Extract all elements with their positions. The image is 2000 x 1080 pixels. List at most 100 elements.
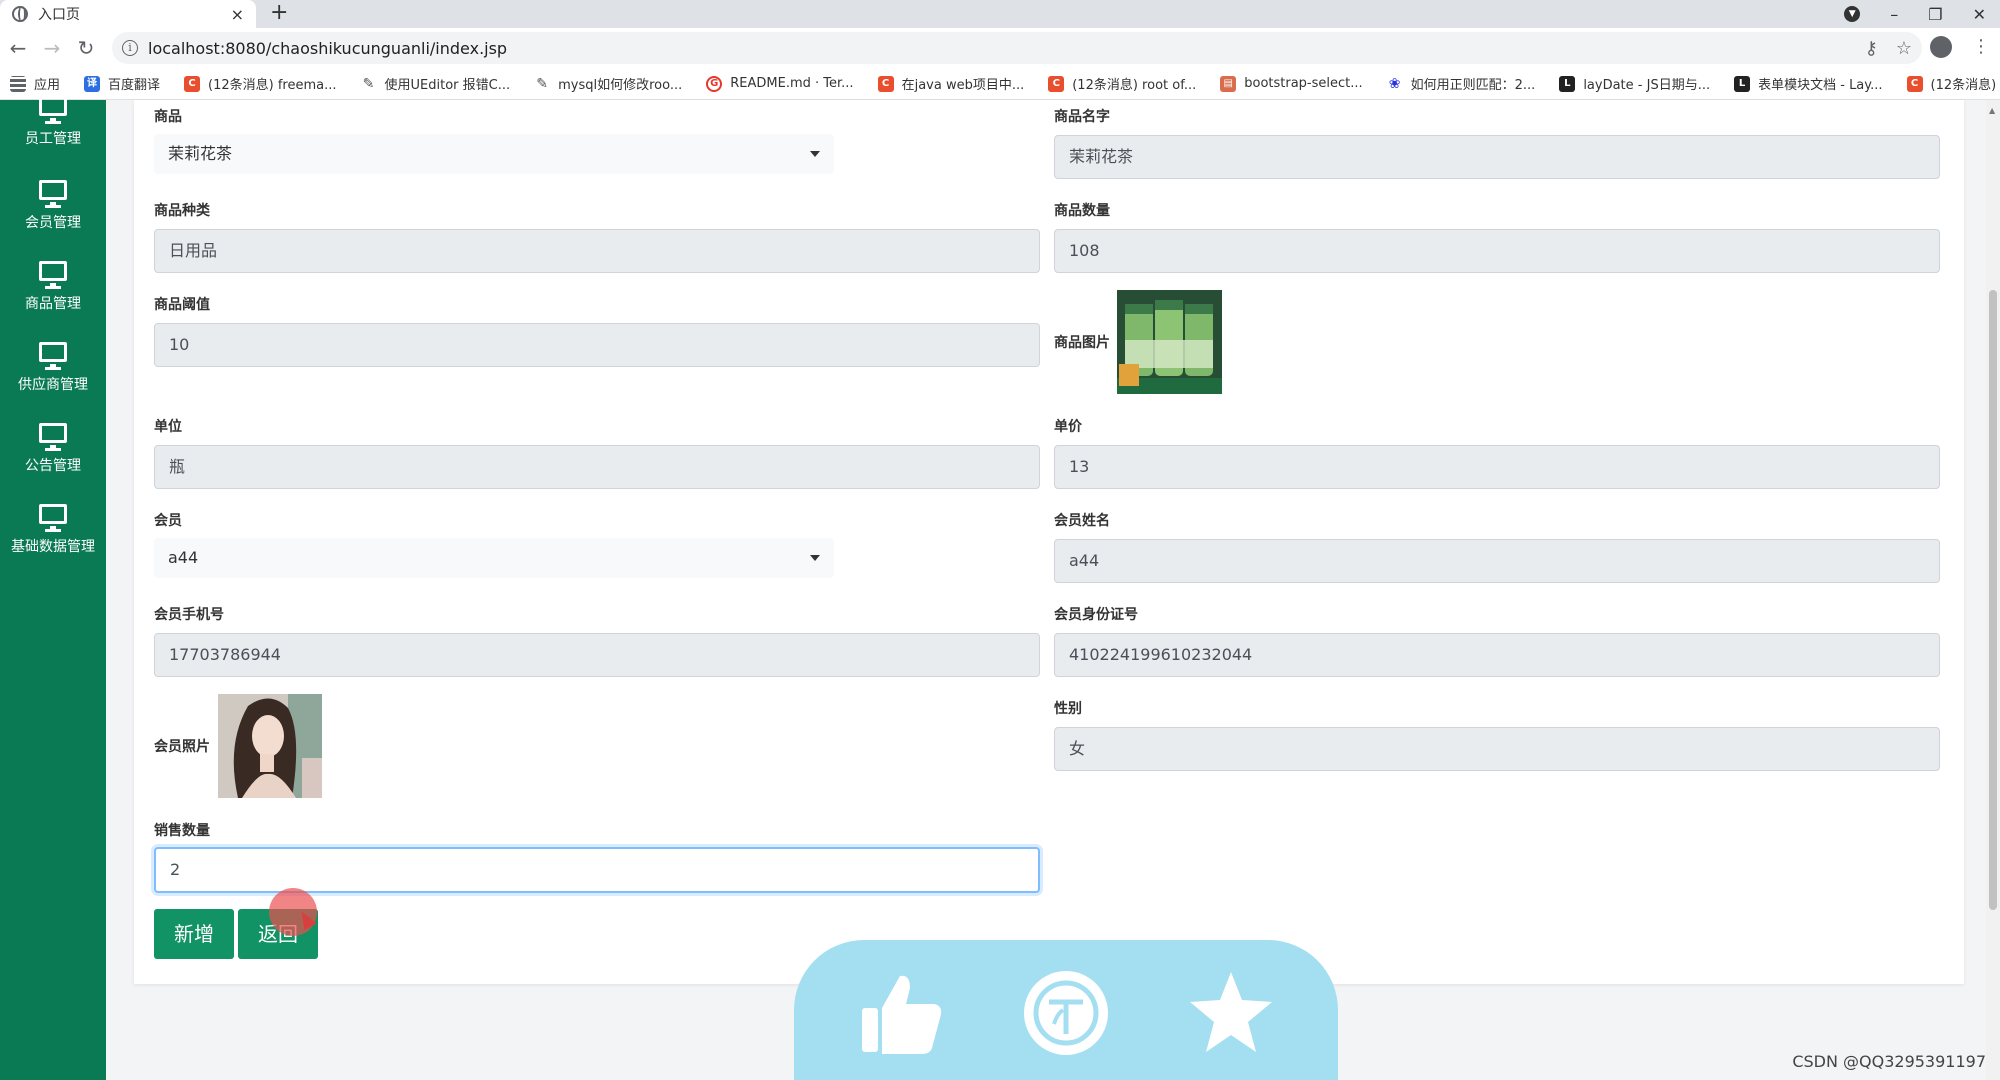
unit-price-label: 单价 [1054,416,1082,436]
account-avatar-icon[interactable] [1930,36,1952,58]
member-photo-label: 会员照片 [154,736,210,756]
goods-threshold-field[interactable]: 10 [154,323,1040,367]
bookmark-star-icon[interactable]: ☆ [1896,38,1912,59]
reaction-overlay [794,940,1338,1080]
monitor-icon [39,342,67,362]
unit-label: 单位 [154,416,182,436]
monitor-icon [39,180,67,200]
thumbs-up-icon[interactable] [856,968,946,1058]
caret-down-icon [810,151,820,157]
bookmarks-bar: 应用 译百度翻译 C(12条消息) freema... ✎使用UEditor 报… [0,68,2000,100]
goods-select-value: 茉莉花茶 [168,144,232,163]
back-arrow-icon[interactable]: ← [2,36,34,60]
gender-field[interactable]: 女 [1054,727,1940,771]
member-phone-field[interactable]: 17703786944 [154,633,1040,677]
member-photo [218,694,322,798]
reload-icon[interactable]: ↻ [70,36,102,60]
globe-icon [12,6,28,22]
bookmark-item[interactable]: C(12条消息) 关于lay... [1907,74,2000,93]
unit-price-field[interactable]: 13 [1054,445,1940,489]
watermark: CSDN @QQ3295391197 [1792,1052,1986,1071]
baidu-translate-icon: 译 [84,76,100,92]
sale-count-input[interactable]: 2 [154,847,1040,893]
caret-down-icon [810,555,820,561]
bookmark-item[interactable]: 应用 [10,74,60,93]
bookmark-item[interactable]: 译百度翻译 [84,74,160,93]
bookmark-item[interactable]: GREADME.md · Ter... [706,76,853,92]
close-window-icon[interactable]: ✕ [1973,5,1986,24]
restore-icon[interactable]: ❐ [1928,5,1942,24]
url-text[interactable]: localhost:8080/chaoshikucunguanli/index.… [148,39,507,58]
csdn-icon: C [184,76,200,92]
csdn-icon: C [1907,76,1923,92]
goods-count-label: 商品数量 [1054,200,1110,220]
member-select[interactable]: a44 [154,538,834,578]
bookmark-item[interactable]: ❀如何用正则匹配：2... [1387,74,1536,93]
tab-title: 入口页 [38,4,231,24]
browser-toolbar: ← → ↻ i localhost:8080/chaoshikucunguanl… [0,28,2000,68]
sidebar-item-goods[interactable]: 商品管理 [0,261,106,313]
csdn-icon: C [1048,76,1064,92]
tea-jars-image [1117,290,1222,394]
goods-label: 商品 [154,106,182,126]
scrollbar-thumb[interactable] [1989,290,1997,910]
forward-arrow-icon[interactable]: → [36,36,68,60]
new-tab-button[interactable]: + [270,0,288,28]
sidebar-item-base-data[interactable]: 基础数据管理 [0,504,106,556]
page-scrollbar[interactable]: ▲ [1986,100,2000,1080]
add-button[interactable]: 新增 [154,909,234,959]
scroll-up-arrow-icon[interactable]: ▲ [1989,106,1995,115]
bookmark-item[interactable]: C(12条消息) root of... [1048,74,1196,93]
monitor-icon [39,423,67,443]
goods-type-field[interactable]: 日用品 [154,229,1040,273]
window-controls: ▼ – ❐ ✕ [1844,0,2000,28]
browser-tab-bar: 入口页 × + ▼ – ❐ ✕ [0,0,2000,28]
member-name-field[interactable]: a44 [1054,539,1940,583]
member-portrait-image [218,694,322,798]
goods-threshold-label: 商品阈值 [154,294,210,314]
bookmark-item[interactable]: ✎使用UEditor 报错C... [361,74,511,93]
tab-close-button[interactable]: × [231,5,244,24]
sale-count-label: 销售数量 [154,820,210,840]
monitor-icon [39,96,67,116]
profile-menu-icon[interactable]: ▼ [1844,6,1860,22]
bookmark-item[interactable]: C在java web项目中... [878,74,1025,93]
member-name-label: 会员姓名 [1054,510,1110,530]
goods-photo [1117,290,1222,394]
bookmark-item[interactable]: ✎mysql如何修改roo... [534,74,682,93]
member-select-value: a44 [168,548,198,567]
sidebar-item-members[interactable]: 会员管理 [0,180,106,232]
favorite-star-icon[interactable] [1186,968,1276,1058]
goods-photo-label: 商品图片 [1054,332,1110,352]
gitee-icon: G [706,76,722,92]
coin-icon[interactable] [1021,968,1111,1058]
sidebar-item-notices[interactable]: 公告管理 [0,423,106,475]
member-phone-label: 会员手机号 [154,604,224,624]
goods-name-field[interactable]: 茉莉花茶 [1054,135,1940,179]
goods-name-label: 商品名字 [1054,106,1110,126]
bookmark-item[interactable]: ▤bootstrap-select... [1220,76,1362,92]
bookmark-item[interactable]: L表单模块文档 - Lay... [1734,74,1882,93]
member-id-card-field[interactable]: 410224199610232044 [1054,633,1940,677]
key-icon[interactable]: ⚷ [1865,38,1878,59]
sidebar-item-staff[interactable]: 员工管理 [0,96,106,148]
address-bar[interactable]: i localhost:8080/chaoshikucunguanli/inde… [112,32,1922,64]
doc-icon: ▤ [1220,76,1236,92]
layui-icon: L [1734,76,1750,92]
apps-grid-icon [10,76,26,92]
csdn-icon: C [878,76,894,92]
bookmark-item[interactable]: C(12条消息) freema... [184,74,336,93]
pen-icon: ✎ [361,76,377,92]
sidebar-item-suppliers[interactable]: 供应商管理 [0,342,106,394]
info-icon[interactable]: i [122,40,138,56]
goods-count-field[interactable]: 108 [1054,229,1940,273]
browser-tab[interactable]: 入口页 × [0,0,256,28]
sidebar: 员工管理 会员管理 商品管理 供应商管理 公告管理 基础数据管理 [0,100,106,1080]
pen-icon: ✎ [534,76,550,92]
bookmark-item[interactable]: LlayDate - JS日期与... [1559,74,1710,93]
minimize-icon[interactable]: – [1890,5,1898,24]
goods-select[interactable]: 茉莉花茶 [154,134,834,174]
more-menu-icon[interactable]: ⋮ [1972,36,1990,58]
goods-type-label: 商品种类 [154,200,210,220]
unit-field[interactable]: 瓶 [154,445,1040,489]
